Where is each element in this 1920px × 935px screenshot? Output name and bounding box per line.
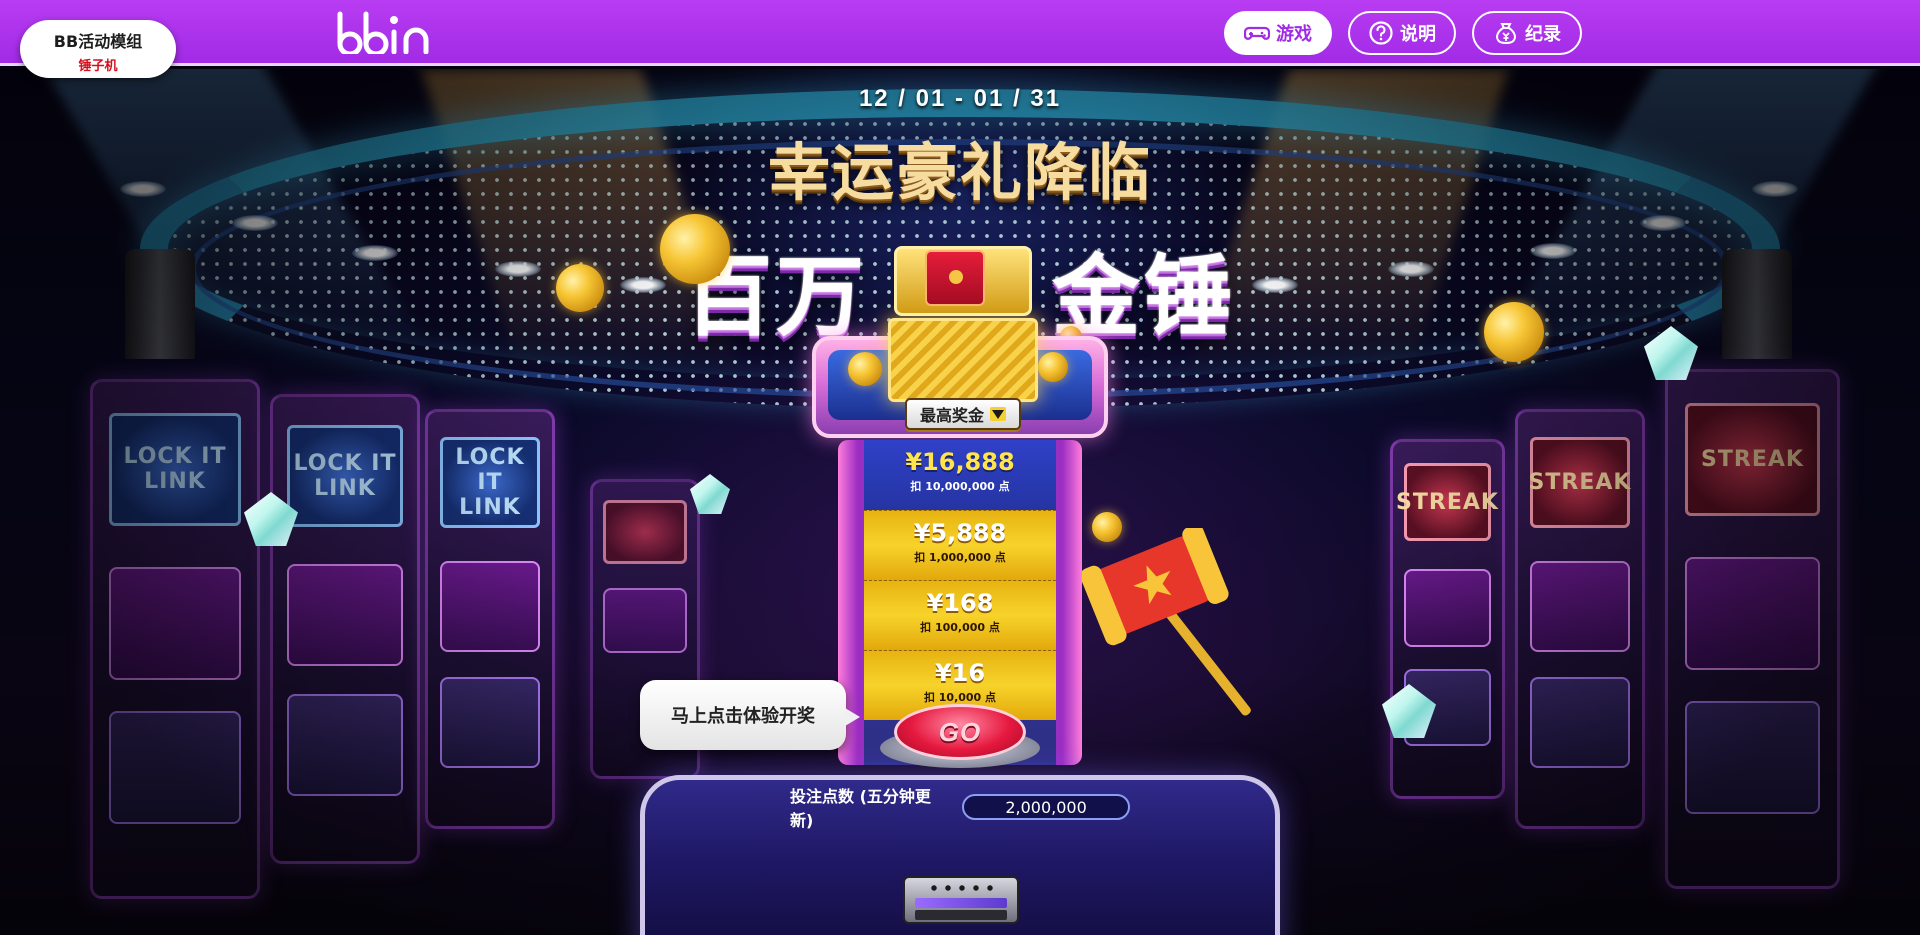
red-envelope-icon (925, 250, 985, 306)
slot-machine: LOCK IT LINK (270, 394, 420, 864)
event-headline: 幸运豪礼降临 (767, 136, 1152, 209)
prize-amount: ¥168 (926, 589, 994, 617)
pillar (1722, 249, 1792, 359)
machine-screen: STREAK (1684, 402, 1821, 516)
machine-panel (1530, 561, 1630, 653)
nav-record-label: 纪录 (1525, 24, 1561, 45)
pillar (125, 249, 195, 359)
prize-tier: ¥16,888 扣 10,000,000 点 (864, 440, 1056, 510)
prize-amount: ¥5,888 (913, 519, 1007, 547)
gold-coin-icon (556, 264, 604, 312)
machine-screen: STREAK (1396, 463, 1498, 542)
ceiling-light (120, 181, 166, 197)
nav-game-button[interactable]: 游戏 (1224, 11, 1332, 55)
machine-panel (109, 567, 241, 681)
gold-coin-icon (1038, 352, 1068, 382)
prize-tier: ¥5,888 扣 1,000,000 点 (864, 510, 1056, 580)
play-now-tooltip[interactable]: 马上点击体验开奖 (640, 680, 860, 750)
gold-coin-icon (848, 352, 882, 386)
dropdown-triangle-icon (990, 407, 1006, 421)
machine-screen: LOCK IT LINK (109, 412, 241, 526)
machine-screen: STREAK (1529, 436, 1630, 528)
nav-help-label: 说明 (1400, 24, 1436, 45)
ceiling-light (352, 245, 398, 261)
gamepad-icon (1244, 26, 1270, 40)
slot-machine: STREAK (1665, 369, 1840, 889)
slot-machine: STREAK (1515, 409, 1645, 829)
machine-panel (1684, 700, 1821, 815)
prize-cost: 扣 10,000 点 (923, 691, 997, 704)
ceiling-light (232, 215, 278, 231)
machine-panel (1684, 557, 1821, 671)
ceiling-light (1640, 215, 1686, 231)
machine-screen: LOCK IT LINK (287, 424, 403, 527)
module-title: BB活动模组 (53, 32, 143, 51)
max-prize-text: 最高奖金 (919, 406, 984, 425)
prize-cost: 扣 1,000,000 点 (914, 551, 1006, 564)
treasure-chest (888, 318, 1038, 402)
prize-amount: ¥16,888 (905, 448, 1015, 476)
machine-panel (440, 561, 540, 653)
gold-coin-icon (1484, 302, 1544, 362)
nav-help-button[interactable]: 说明 (1348, 11, 1456, 55)
machine-screen (603, 499, 687, 565)
money-bag-icon (1496, 23, 1516, 45)
machine-panel (603, 587, 687, 653)
machine-panel (109, 710, 241, 825)
machine-screen: LOCK IT LINK (440, 436, 540, 528)
bet-points-value: 2,000,000 (962, 794, 1130, 820)
module-subtitle: 锤子机 (78, 59, 118, 74)
ceiling-light (495, 261, 541, 277)
question-icon (1369, 21, 1393, 45)
nav-record-button[interactable]: 纪录 (1472, 11, 1582, 55)
machine-panel (440, 676, 540, 769)
ceiling-light (1530, 243, 1576, 259)
module-badge: BB活动模组 锤子机 (20, 20, 176, 78)
machine-panel (1530, 676, 1630, 769)
ceiling-light (1388, 261, 1434, 277)
machine-panel (1403, 569, 1492, 648)
ceiling-light (1252, 277, 1298, 293)
ceiling-light (620, 277, 666, 293)
machine-panel (287, 564, 403, 667)
gold-coin-icon (660, 214, 730, 284)
bet-points-row: 投注点数 (五分钟更新) 2,000,000 (790, 787, 1130, 830)
slot-machine: LOCK IT LINK (425, 409, 555, 829)
bet-points-label: 投注点数 (五分钟更新) (790, 787, 931, 830)
prize-tier: ¥168 扣 100,000 点 (864, 580, 1056, 650)
max-prize-label[interactable]: 最高奖金 (905, 398, 1021, 430)
golden-hammer-icon (1080, 528, 1251, 716)
slot-machine: LOCK IT LINK (90, 379, 260, 899)
prize-cost: 扣 10,000,000 点 (910, 480, 1010, 493)
go-button[interactable]: GO (894, 704, 1026, 760)
nav-game-label: 游戏 (1276, 24, 1312, 45)
event-date-range: 12 / 01 - 01 / 31 (858, 85, 1062, 112)
prize-amount: ¥16 (934, 659, 986, 687)
slot-machine: STREAK (1390, 439, 1505, 799)
prize-cost: 扣 100,000 点 (920, 621, 1000, 634)
prize-slot (903, 876, 1019, 924)
bbin-logo (337, 11, 429, 54)
ceiling-light (1752, 181, 1798, 197)
top-bar: 游戏 说明 纪录 (0, 0, 1920, 66)
machine-panel (287, 693, 403, 797)
